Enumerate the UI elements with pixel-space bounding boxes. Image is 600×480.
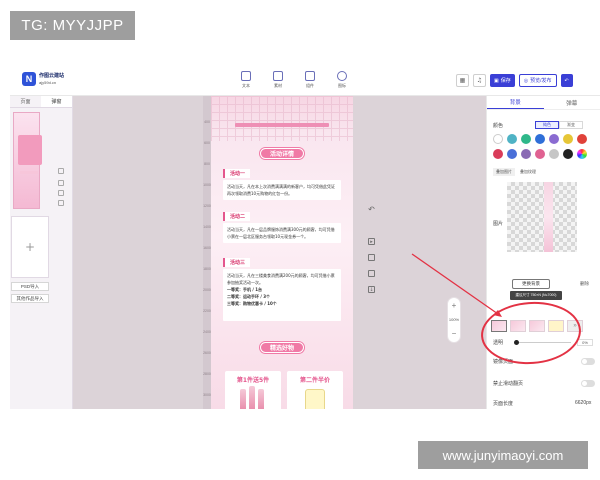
watermark-top: TG: MYYJJPP	[10, 11, 135, 40]
watermark-bottom: www.junyimaoyi.com	[418, 441, 588, 469]
editor-window: N 作图云建站 ajy59d.cn 文本 素材 组件 图标 ▦ ♫ ▣ 保存 ◎ 预…	[10, 66, 600, 409]
highlight-arrow	[411, 253, 502, 317]
